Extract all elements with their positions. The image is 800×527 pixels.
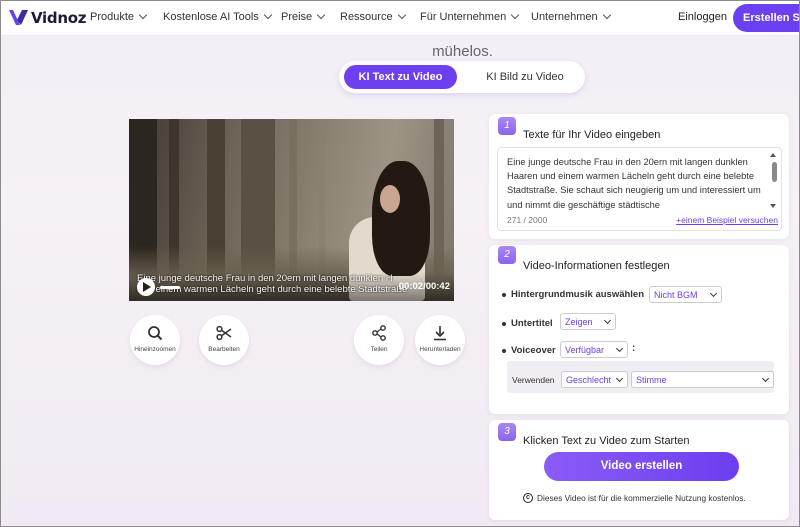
video-text-value: Eine junge deutsche Frau in den 20ern mi…	[507, 157, 761, 210]
woman-face	[380, 185, 400, 213]
chevron-down-icon	[603, 316, 612, 325]
step1-number-badge: 1	[498, 117, 516, 135]
play-button[interactable]	[137, 278, 155, 296]
step2-number-badge: 2	[498, 246, 516, 264]
create-video-button[interactable]: Video erstellen	[544, 452, 739, 481]
voiceover-select[interactable]: Verfügbar	[560, 341, 628, 358]
edit-button[interactable]: Bearbeiten	[199, 315, 249, 365]
tab-image-to-video[interactable]: KI Bild zu Video	[470, 65, 580, 89]
voiceover-label: Voiceover	[511, 345, 556, 356]
menu-ressource[interactable]: Ressource	[340, 10, 406, 23]
video-text-input[interactable]: Eine junge deutsche Frau in den 20ern mi…	[497, 147, 782, 231]
gender-select[interactable]: Geschlecht	[561, 371, 628, 388]
progress-bar[interactable]	[160, 286, 180, 289]
vidnoz-logo-icon	[9, 10, 28, 25]
subtitle-select[interactable]: Zeigen	[560, 313, 616, 330]
headline-fragment: mühelos.	[432, 43, 493, 60]
brand-name: Vidnoz	[31, 9, 87, 27]
zoom-button[interactable]: Hineinzoomen	[130, 315, 180, 365]
bullet	[502, 348, 506, 353]
subtitle-row: Untertitel	[502, 318, 553, 329]
download-button[interactable]: Herunterladen	[415, 315, 465, 365]
video-player[interactable]: Eine junge deutsche Frau in den 20ern mi…	[129, 119, 454, 301]
brand-logo[interactable]: Vidnoz	[8, 8, 86, 28]
menu-unternehmen[interactable]: Unternehmen	[531, 10, 611, 23]
menu-ai-tools[interactable]: Kostenlose AI Tools	[163, 10, 273, 23]
step2-title: Video-Informationen festlegen	[523, 260, 670, 272]
magnifier-icon	[148, 326, 163, 341]
voiceover-row: Voiceover	[502, 345, 556, 356]
top-navigation: Vidnoz Produkte Kostenlose AI Tools Prei…	[0, 0, 800, 36]
share-button[interactable]: Teilen	[354, 315, 404, 365]
voiceover-colon: :	[632, 343, 636, 354]
menu-preise[interactable]: Preise	[281, 10, 326, 23]
chevron-down-icon	[316, 10, 326, 20]
step1-title: Texte für Ihr Video eingeben	[523, 129, 661, 141]
step3-number-badge: 3	[498, 423, 516, 441]
scrollbar-thumb[interactable]	[772, 162, 777, 182]
chevron-down-icon	[615, 344, 624, 353]
menu-produkte[interactable]: Produkte	[90, 10, 148, 23]
video-timecode: 00:02/00:42	[398, 281, 450, 292]
chevron-down-icon	[709, 289, 718, 298]
copyright-icon: c	[523, 493, 533, 503]
chevron-down-icon	[761, 374, 770, 383]
voice-select[interactable]: Stimme	[631, 371, 774, 388]
mode-switch: KI Text zu Video KI Bild zu Video	[339, 61, 585, 93]
chevron-down-icon	[615, 374, 624, 383]
bullet	[502, 292, 506, 297]
chevron-down-icon	[602, 10, 611, 20]
commercial-use-note: c Dieses Video ist für die kommerzielle …	[523, 493, 746, 503]
bullet	[502, 321, 506, 326]
scroll-down-arrow-icon[interactable]	[770, 204, 776, 208]
bgm-select[interactable]: Nicht BGM	[649, 286, 722, 303]
tab-text-to-video[interactable]: KI Text zu Video	[344, 65, 457, 89]
use-label: Verwenden	[512, 375, 555, 385]
scissors-icon	[216, 325, 232, 341]
download-icon	[434, 326, 446, 341]
signup-button[interactable]: Erstellen Sie	[733, 4, 800, 32]
chevron-down-icon	[263, 10, 273, 20]
bgm-row: Hintergrundmusik auswählen	[502, 289, 644, 300]
try-example-link[interactable]: +einem Beispiel versuchen	[676, 215, 778, 225]
menu-fuer-unternehmen[interactable]: Für Unternehmen	[420, 10, 520, 23]
step2-panel: 2 Video-Informationen festlegen Hintergr…	[489, 245, 789, 414]
character-counter: 271 / 2000	[507, 215, 548, 225]
step3-panel: 3 Klicken Text zu Video zum Starten Vide…	[489, 420, 789, 520]
step3-title: Klicken Text zu Video zum Starten	[523, 435, 690, 447]
chevron-down-icon	[138, 10, 148, 20]
share-icon	[372, 325, 386, 341]
bgm-label: Hintergrundmusik auswählen	[511, 289, 645, 300]
scroll-up-arrow-icon[interactable]	[770, 153, 776, 157]
step1-panel: 1 Texte für Ihr Video eingeben Eine jung…	[489, 114, 789, 239]
subtitle-label: Untertitel	[511, 318, 553, 329]
voice-settings-row: Verwenden Geschlecht Stimme	[507, 361, 774, 393]
chevron-down-icon	[510, 10, 520, 20]
chevron-down-icon	[397, 10, 406, 20]
woman-hair	[372, 161, 430, 276]
login-link[interactable]: Einloggen	[678, 11, 727, 23]
